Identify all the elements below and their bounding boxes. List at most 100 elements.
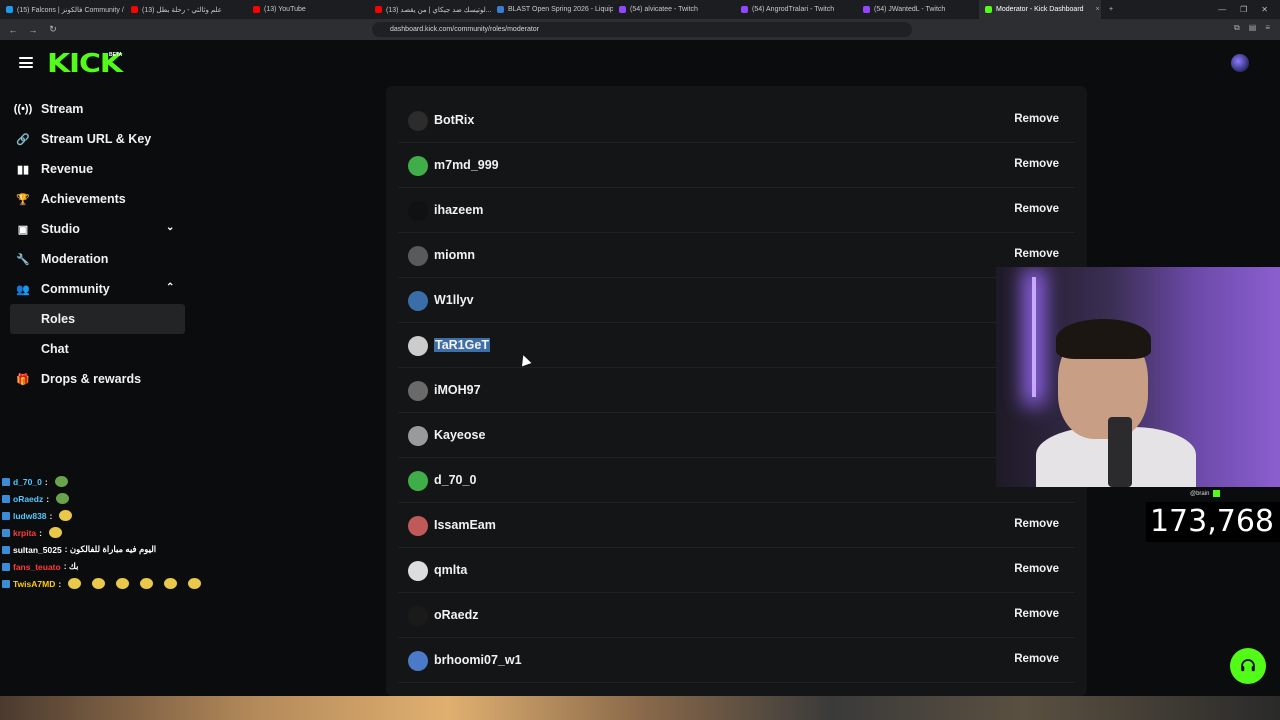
moderator-username[interactable]: BotRix <box>434 113 474 127</box>
moderator-avatar[interactable] <box>408 246 428 266</box>
moderator-username[interactable]: W1llyv <box>434 293 474 307</box>
chevron-down-icon[interactable]: ⌄ <box>166 222 174 233</box>
sidebar-item-community[interactable]: 👥 Community ⌃ <box>0 274 200 304</box>
browser-tab[interactable]: (13) لوتيسك ضد جيكاي | من يقصد... <box>369 0 491 19</box>
moderator-username[interactable]: brhoomi07_w1 <box>434 653 522 667</box>
sidebar-item-drops-rewards[interactable]: 🎁 Drops & rewards <box>0 364 200 394</box>
tab-close-icon[interactable]: × <box>1096 6 1100 13</box>
remove-button[interactable]: Remove <box>1014 518 1059 530</box>
chat-username: ludw838 <box>13 510 47 521</box>
menu-dots-icon[interactable]: ≡ <box>1265 23 1270 33</box>
sidebar-item-stream[interactable]: ((•)) Stream <box>0 94 200 124</box>
browser-tab[interactable]: (54) JWantedL - Twitch <box>857 0 979 19</box>
chat-overlay: d_70_0: oRaedz: ludw838: krpita: sultan_5025… <box>0 473 230 592</box>
kick-small-icon <box>1213 490 1221 497</box>
chart-icon: ▮▮ <box>16 163 30 176</box>
chat-emote-icon <box>116 578 130 589</box>
chat-text: : <box>39 527 42 538</box>
sidebar-item-moderation[interactable]: 🔧 Moderation <box>0 244 200 274</box>
new-tab-icon[interactable]: + <box>1101 6 1121 13</box>
moderator-username[interactable]: qmlta <box>434 563 467 577</box>
browser-tab[interactable]: (15) Falcons | فالكونز Community / X <box>0 0 125 19</box>
close-window-icon[interactable]: ✕ <box>1261 5 1268 14</box>
forward-icon[interactable]: → <box>26 25 40 35</box>
moderator-avatar[interactable] <box>408 651 428 671</box>
reload-icon[interactable]: ↻ <box>46 24 60 35</box>
user-avatar[interactable] <box>1231 54 1249 72</box>
minimize-icon[interactable]: — <box>1218 5 1226 14</box>
moderator-row: m7md_999 Remove <box>398 143 1075 188</box>
moderator-avatar[interactable] <box>408 381 428 401</box>
chat-emote-icon <box>140 578 154 589</box>
tab-title: (13) YouTube <box>264 6 306 13</box>
remove-button[interactable]: Remove <box>1014 113 1059 125</box>
url-field[interactable]: dashboard.kick.com/community/roles/moder… <box>372 22 912 37</box>
moderator-username[interactable]: m7md_999 <box>434 158 499 172</box>
chat-message: fans_teuato: بك <box>0 558 230 575</box>
sidebar-item-stream-url-key[interactable]: 🔗 Stream URL & Key <box>0 124 200 154</box>
tab-title: (13) لوتيسك ضد جيكاي | من يقصد... <box>386 6 491 14</box>
sidebar-item-label: Achievements <box>41 192 126 206</box>
browser-tab[interactable]: (13) علم وثالثي - رحلة بطل <box>125 0 247 19</box>
moderator-username[interactable]: TaR1GeT <box>434 338 490 352</box>
moderator-avatar[interactable] <box>408 426 428 446</box>
chat-badge-icon <box>2 528 10 537</box>
sidebar-item-label: Studio <box>41 222 80 236</box>
moderator-username[interactable]: IssamEam <box>434 518 496 532</box>
remove-button[interactable]: Remove <box>1014 608 1059 620</box>
moderator-avatar[interactable] <box>408 516 428 536</box>
moderator-avatar[interactable] <box>408 291 428 311</box>
moderator-row: ihazeem Remove <box>398 188 1075 233</box>
moderator-avatar[interactable] <box>408 201 428 221</box>
browser-tab[interactable]: (54) alvicatee - Twitch <box>613 0 735 19</box>
browser-tab[interactable]: Moderator - Kick Dashboard × <box>979 0 1101 19</box>
chat-username: fans_teuato <box>13 561 61 572</box>
sidebar-subitem-roles[interactable]: Roles <box>10 304 185 334</box>
cam-handle-text: @brain <box>1190 491 1210 498</box>
extensions-icon[interactable]: ⧉ <box>1234 23 1240 33</box>
moderator-avatar[interactable] <box>408 111 428 131</box>
chat-emote-icon <box>54 476 68 487</box>
moderator-username[interactable]: ihazeem <box>434 203 483 217</box>
hamburger-menu-icon[interactable] <box>19 57 33 68</box>
support-chat-button[interactable] <box>1230 648 1266 684</box>
restore-icon[interactable]: ❐ <box>1240 5 1247 14</box>
moderator-avatar[interactable] <box>408 606 428 626</box>
moderator-username[interactable]: d_70_0 <box>434 473 476 487</box>
moderator-username[interactable]: iMOH97 <box>434 383 481 397</box>
sidebar-subitem-chat[interactable]: Chat <box>0 334 200 364</box>
remove-button[interactable]: Remove <box>1014 653 1059 665</box>
browser-tab[interactable]: (13) YouTube <box>247 0 369 19</box>
browser-tab[interactable]: (54) AngrodTralari - Twitch <box>735 0 857 19</box>
chat-message: TwisA7MD: <box>0 575 230 592</box>
tab-title: (13) علم وثالثي - رحلة بطل <box>142 6 222 14</box>
remove-button[interactable]: Remove <box>1014 158 1059 170</box>
sidebar-item-achievements[interactable]: 🏆 Achievements <box>0 184 200 214</box>
moderator-row: IssamEam Remove <box>398 503 1075 548</box>
chat-message: d_70_0: <box>0 473 230 490</box>
remove-button[interactable]: Remove <box>1014 563 1059 575</box>
remove-button[interactable]: Remove <box>1014 248 1059 260</box>
sidebar-item-label: Moderation <box>41 252 109 266</box>
sidebar-icon[interactable]: ▤ <box>1249 23 1257 33</box>
moderator-username[interactable]: Kayeose <box>434 428 485 442</box>
headset-icon <box>1241 659 1255 672</box>
moderator-avatar[interactable] <box>408 561 428 581</box>
sidebar: ((•)) Stream 🔗 Stream URL & Key ▮▮ Revenue 🏆 Ac… <box>0 94 200 394</box>
moderator-avatar[interactable] <box>408 156 428 176</box>
moderator-username[interactable]: oRaedz <box>434 608 478 622</box>
top-bar: KICK BETA <box>0 40 1280 87</box>
moderator-avatar[interactable] <box>408 336 428 356</box>
moderator-avatar[interactable] <box>408 471 428 491</box>
back-icon[interactable]: ← <box>6 25 20 35</box>
moderators-list: BotRix Remove m7md_999 Remove ihazeem Remove m… <box>386 86 1087 696</box>
moderator-username[interactable]: miomn <box>434 248 475 262</box>
sidebar-item-revenue[interactable]: ▮▮ Revenue <box>0 154 200 184</box>
tab-favicon-icon <box>375 6 382 13</box>
chevron-up-icon[interactable]: ⌃ <box>166 282 174 293</box>
sidebar-item-label: Stream <box>41 102 84 116</box>
sidebar-item-studio[interactable]: ▣ Studio ⌄ <box>0 214 200 244</box>
browser-tab[interactable]: BLAST Open Spring 2026 - Liquipedia <box>491 0 613 19</box>
chat-text: : <box>44 476 48 487</box>
remove-button[interactable]: Remove <box>1014 203 1059 215</box>
